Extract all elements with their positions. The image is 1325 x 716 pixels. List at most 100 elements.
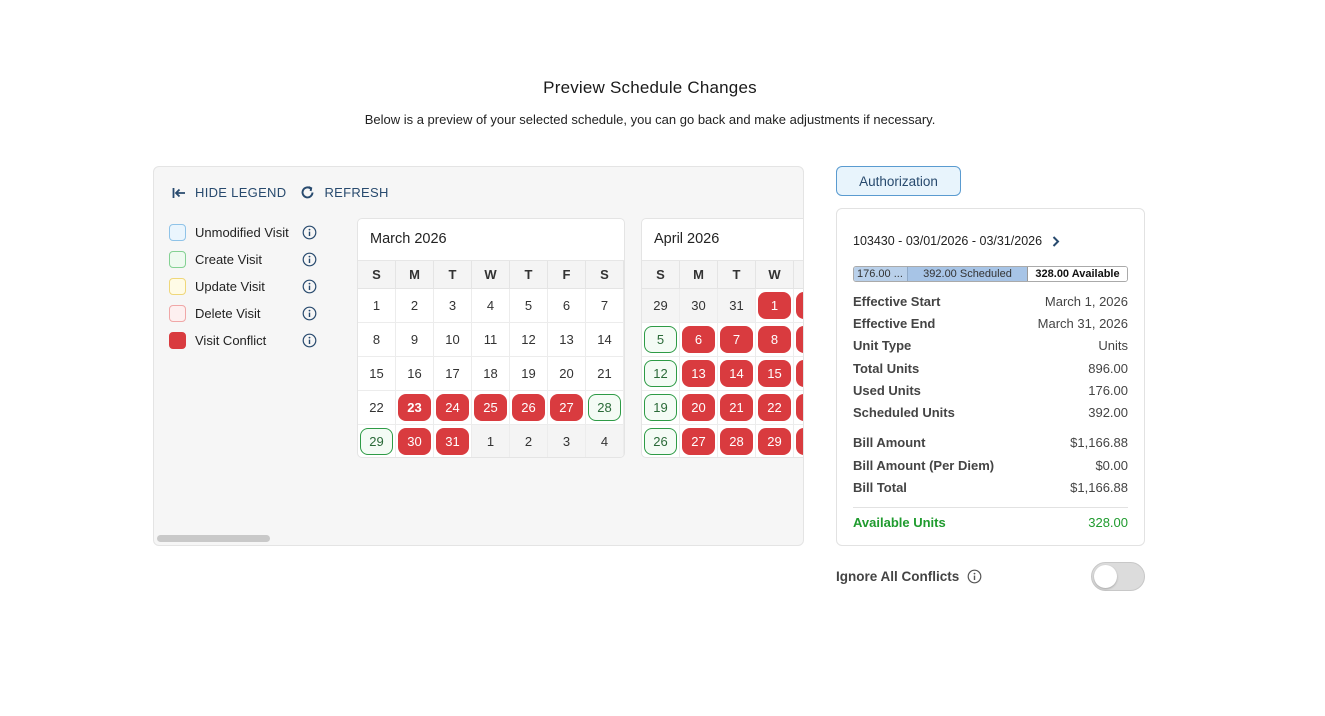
calendar-cell[interactable]: 16: [396, 357, 434, 391]
info-icon[interactable]: [302, 225, 317, 240]
calendar-cell[interactable]: 18: [472, 357, 510, 391]
calendar-cell[interactable]: 28: [586, 391, 624, 425]
calendar-cell[interactable]: 13: [548, 323, 586, 357]
calendar-cell[interactable]: 12: [510, 323, 548, 357]
info-icon[interactable]: [302, 252, 317, 267]
calendar-cell[interactable]: 30: [794, 425, 803, 457]
calendar-cell[interactable]: 31: [718, 289, 756, 323]
calendar-cell[interactable]: 12: [642, 357, 680, 391]
calendar-cell[interactable]: 10: [434, 323, 472, 357]
weekday-header: M: [396, 261, 434, 289]
calendar-cell[interactable]: 21: [718, 391, 756, 425]
calendar-cell[interactable]: 1: [358, 289, 396, 323]
calendar-cell[interactable]: 27: [680, 425, 718, 457]
calendar-cell[interactable]: 29: [642, 289, 680, 323]
calendar-cell[interactable]: 19: [510, 357, 548, 391]
calendar-day: 10: [445, 332, 460, 347]
divider: [853, 506, 1128, 508]
authorization-detail-row: Total Units 896.00: [853, 357, 1128, 379]
authorization-detail-key: Effective Start: [853, 293, 941, 309]
tab-authorization[interactable]: Authorization: [836, 166, 961, 196]
calendar-cell[interactable]: 2: [396, 289, 434, 323]
calendar-cell[interactable]: 2: [794, 289, 803, 323]
calendar-cell[interactable]: 24: [434, 391, 472, 425]
calendar-cell[interactable]: 9: [794, 323, 803, 357]
toggle-knob: [1094, 565, 1117, 588]
calendar-cell[interactable]: 20: [680, 391, 718, 425]
calendar-cell[interactable]: 4: [586, 425, 624, 457]
calendar-cell[interactable]: 17: [434, 357, 472, 391]
ignore-conflicts-toggle[interactable]: [1091, 562, 1145, 591]
visit-conflict-day: 22: [758, 394, 791, 421]
calendar-cell[interactable]: 8: [756, 323, 794, 357]
calendar-cell[interactable]: 30: [396, 425, 434, 457]
calendar-cell[interactable]: 2: [510, 425, 548, 457]
calendar-cell[interactable]: 30: [680, 289, 718, 323]
calendar-cell[interactable]: 14: [718, 357, 756, 391]
calendar-day: 11: [483, 332, 498, 347]
info-icon[interactable]: [302, 306, 317, 321]
calendar-cell[interactable]: 13: [680, 357, 718, 391]
refresh-button[interactable]: REFRESH: [300, 185, 388, 200]
month-title: March 2026: [358, 219, 624, 261]
weekday-header: T: [510, 261, 548, 289]
calendar-cell[interactable]: 22: [756, 391, 794, 425]
calendar-cell[interactable]: 29: [358, 425, 396, 457]
calendar-cell[interactable]: 11: [472, 323, 510, 357]
calendar-day: 2: [524, 434, 533, 449]
calendar-day: 22: [369, 400, 384, 415]
calendar-cell[interactable]: 26: [510, 391, 548, 425]
calendar-cell[interactable]: 8: [358, 323, 396, 357]
horizontal-scrollbar[interactable]: [157, 535, 270, 542]
billing-detail-key: Bill Total: [853, 480, 907, 496]
create-visit-day: 19: [644, 394, 677, 421]
calendar-cell[interactable]: 21: [586, 357, 624, 391]
legend-swatch: [169, 305, 186, 322]
create-visit-day: 26: [644, 428, 677, 455]
hide-legend-button[interactable]: HIDE LEGEND: [172, 185, 286, 200]
calendar-cell[interactable]: 7: [718, 323, 756, 357]
calendar-cell[interactable]: 22: [358, 391, 396, 425]
calendar-cell[interactable]: 1: [472, 425, 510, 457]
calendar-cell[interactable]: 29: [756, 425, 794, 457]
calendar-cell[interactable]: 5: [510, 289, 548, 323]
authorization-header[interactable]: 103430 - 03/01/2026 - 03/31/2026: [853, 234, 1128, 248]
calendar-day: 9: [410, 332, 419, 347]
weekday-header: T: [434, 261, 472, 289]
legend-item: Unmodified Visit: [169, 219, 317, 246]
calendar-grid: S M T W T F S 1 2 3 4 5 6 7 8 9 10 11 12 13 14 15 16 17 18 19 20 21…: [358, 261, 624, 457]
calendar-cell[interactable]: 25: [472, 391, 510, 425]
visit-conflict-day: 13: [682, 360, 715, 387]
calendar-cell[interactable]: 6: [680, 323, 718, 357]
calendar-cell[interactable]: 1: [756, 289, 794, 323]
calendar-cell[interactable]: 27: [548, 391, 586, 425]
calendar-cell[interactable]: 28: [718, 425, 756, 457]
calendar-cell[interactable]: 16: [794, 357, 803, 391]
calendar-day: 1: [486, 434, 495, 449]
visit-conflict-day: 15: [758, 360, 791, 387]
calendar-cell[interactable]: 31: [434, 425, 472, 457]
info-icon[interactable]: [302, 333, 317, 348]
calendar-cell[interactable]: 7: [586, 289, 624, 323]
legend-label: Delete Visit: [195, 306, 261, 321]
info-icon[interactable]: [302, 279, 317, 294]
visit-conflict-day: 25: [474, 394, 507, 421]
calendar-cell[interactable]: 19: [642, 391, 680, 425]
calendar-cell[interactable]: 15: [756, 357, 794, 391]
calendar-cell[interactable]: 6: [548, 289, 586, 323]
calendar-cell[interactable]: 5: [642, 323, 680, 357]
authorization-detail-row: Used Units 176.00: [853, 379, 1128, 401]
calendar-cell[interactable]: 4: [472, 289, 510, 323]
info-icon[interactable]: [967, 569, 982, 584]
calendar-cell[interactable]: 9: [396, 323, 434, 357]
legend-item: Create Visit: [169, 246, 317, 273]
calendar-cell[interactable]: 20: [548, 357, 586, 391]
calendar-cell[interactable]: 23: [794, 391, 803, 425]
calendar-cell[interactable]: 3: [548, 425, 586, 457]
calendar-cell[interactable]: 3: [434, 289, 472, 323]
weekday-header: F: [548, 261, 586, 289]
calendar-cell[interactable]: 15: [358, 357, 396, 391]
calendar-cell[interactable]: 14: [586, 323, 624, 357]
calendar-cell[interactable]: 23: [396, 391, 434, 425]
calendar-cell[interactable]: 26: [642, 425, 680, 457]
